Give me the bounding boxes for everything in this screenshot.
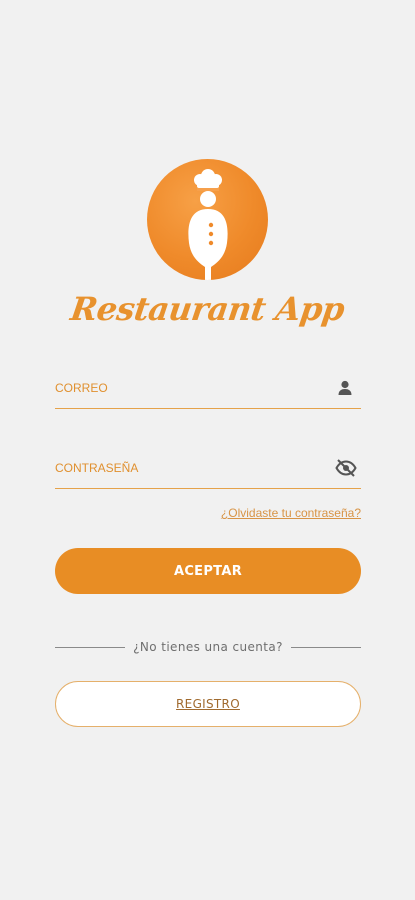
email-input[interactable] (55, 368, 325, 408)
forgot-password-link[interactable]: ¿Olvidaste tu contraseña? (221, 506, 361, 520)
app-title: Restaurant App (68, 290, 347, 328)
register-button[interactable]: REGISTRO (55, 681, 361, 727)
accept-button[interactable]: ACEPTAR (55, 548, 361, 594)
divider-line-right (290, 646, 361, 648)
divider-line-left (55, 646, 126, 648)
no-account-text: ¿No tienes una cuenta? (133, 640, 283, 654)
register-label: REGISTRO (176, 697, 240, 711)
chef-spoon-logo-icon (188, 169, 228, 280)
app-logo (147, 159, 268, 280)
email-field[interactable] (55, 368, 361, 409)
no-account-divider: ¿No tienes una cuenta? (55, 637, 361, 657)
password-input[interactable] (55, 448, 325, 488)
user-icon (335, 378, 355, 398)
password-field[interactable] (55, 448, 361, 489)
eye-off-icon[interactable] (335, 458, 357, 478)
